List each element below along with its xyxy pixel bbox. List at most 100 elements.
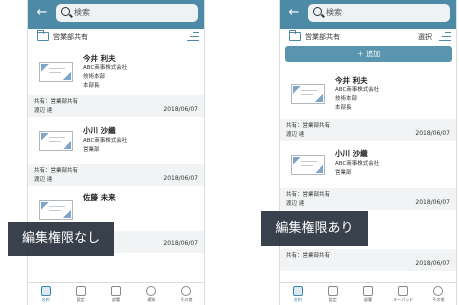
tab-label: その他 [432, 297, 445, 302]
card-date: 2018/06/07 [163, 175, 198, 182]
card-date: 2018/06/07 [415, 130, 450, 137]
tab-label: 部署 [364, 297, 372, 302]
tab-keypad[interactable]: キーパッド [386, 283, 421, 305]
share-label: 共有：営業部共有 [34, 168, 79, 174]
tab-more[interactable]: その他 [169, 283, 204, 305]
card-footer: 共有：営業部共有 渡辺 達 2018/06/07 [280, 188, 456, 210]
permission-label-edit: 編集権限あり [261, 211, 368, 246]
card-footer: 共有：営業部共有 渡辺 達 2018/06/07 [28, 95, 204, 117]
contact-company: ABC商事株式会社 [335, 161, 380, 167]
tab-more[interactable]: その他 [421, 283, 456, 305]
contact-name: 今井 利夫 [335, 76, 368, 85]
tab-departments[interactable]: 部署 [98, 283, 133, 305]
folder-icon [289, 30, 301, 41]
business-card-thumbnail [291, 84, 325, 104]
tab-label: 設定 [76, 297, 85, 302]
card-date: 2018/06/07 [415, 199, 450, 206]
card-icon [292, 286, 303, 296]
contact-title: 本部長 [83, 83, 100, 89]
folder-label: 営業部共有 [53, 33, 88, 41]
search-input[interactable]: 検索 [308, 4, 450, 22]
search-icon [61, 7, 70, 16]
card-date: 2018/06/07 [163, 240, 198, 247]
tab-label: 設定 [328, 297, 337, 302]
business-card-item[interactable]: 小川 沙織 ABC商事株式会社 営業部 共有：営業部共有 渡辺 達 2018/0… [28, 120, 204, 188]
tab-notifications[interactable]: 通知 [134, 283, 169, 305]
search-placeholder: 検索 [74, 8, 90, 17]
search-input[interactable]: 検索 [56, 4, 198, 22]
app-header: ← 検索 [28, 0, 204, 29]
contact-department: 技術本部 [335, 96, 358, 102]
share-label: 共有：営業部共有 [34, 99, 79, 105]
folder-bar: 営業部共有 選択 [280, 29, 456, 45]
card-footer: 共有：営業部共有 2018/06/07 [280, 249, 456, 271]
sort-icon[interactable] [439, 31, 451, 42]
owner-name: 渡辺 達 [286, 132, 305, 138]
tab-label: 部署 [112, 297, 120, 302]
tab-cards[interactable]: 名刺 [280, 283, 315, 305]
more-icon [433, 286, 444, 296]
phone-screen-left: ← 検索 営業部共有 今井 利夫 ABC商事株式会社 技術本部 本部長 共有：営… [27, 0, 205, 305]
back-arrow-icon[interactable]: ← [34, 4, 50, 22]
tab-label: 名刺 [293, 297, 302, 302]
select-button[interactable]: 選択 [418, 32, 432, 42]
tab-settings[interactable]: 設定 [63, 283, 98, 305]
share-label: 共有：営業部共有 [286, 123, 331, 129]
contact-name: 小川 沙織 [83, 126, 116, 135]
card-footer: 共有：営業部共有 渡辺 達 2018/06/07 [28, 164, 204, 186]
contact-company: ABC商事株式会社 [83, 65, 128, 71]
contact-name: 小川 沙織 [335, 149, 368, 158]
business-card-thumbnail [291, 155, 325, 175]
search-icon [313, 7, 322, 16]
tab-label: キーパッド [393, 297, 414, 302]
contact-title: 本部長 [335, 105, 352, 111]
share-label: 共有：営業部共有 [286, 192, 331, 198]
contact-department: 技術本部 [83, 74, 106, 80]
card-date: 2018/06/07 [415, 260, 450, 267]
permission-label-no-edit: 編集権限なし [8, 222, 114, 256]
contact-company: ABC商事株式会社 [335, 87, 380, 93]
share-label: 共有：営業部共有 [286, 253, 331, 259]
business-card-thumbnail [39, 62, 73, 82]
tab-departments[interactable]: 部署 [350, 283, 385, 305]
bottom-tab-bar: 名刺 設定 部署 キーパッド その他 [280, 282, 456, 305]
tab-label: 通知 [147, 297, 156, 302]
owner-name: 渡辺 達 [286, 201, 305, 207]
folder-bar: 営業部共有 [28, 29, 204, 45]
business-card-item[interactable]: 今井 利夫 ABC商事株式会社 技術本部 本部長 共有：営業部共有 渡辺 達 2… [28, 51, 204, 119]
folder-icon [37, 30, 49, 41]
contact-department: 営業部 [83, 147, 100, 153]
keypad-icon [398, 286, 409, 296]
folder-label: 営業部共有 [305, 33, 340, 41]
tab-settings[interactable]: 設定 [315, 283, 350, 305]
back-arrow-icon[interactable]: ← [286, 4, 302, 22]
building-icon [363, 286, 373, 296]
owner-name: 渡辺 達 [34, 177, 53, 183]
bottom-tab-bar: 名刺 設定 部署 通知 その他 [28, 282, 204, 305]
clock-icon [146, 286, 157, 296]
contact-name: 今井 利夫 [83, 54, 116, 63]
gear-icon [75, 286, 86, 296]
contact-company: ABC商事株式会社 [83, 138, 128, 144]
search-placeholder: 検索 [326, 8, 342, 17]
tab-label: その他 [180, 297, 193, 302]
contact-department: 営業部 [335, 170, 352, 176]
business-card-item[interactable]: 今井 利夫 ABC商事株式会社 技術本部 本部長 共有：営業部共有 渡辺 達 2… [280, 73, 456, 143]
add-button[interactable]: ＋ 追加 [285, 46, 452, 62]
card-date: 2018/06/07 [163, 106, 198, 113]
business-card-item[interactable]: 小川 沙織 ABC商事株式会社 営業部 共有：営業部共有 渡辺 達 2018/0… [280, 144, 456, 212]
business-card-thumbnail [39, 131, 73, 151]
tab-label: 名刺 [41, 297, 50, 302]
more-icon [181, 286, 192, 296]
card-footer: 共有：営業部共有 渡辺 達 2018/06/07 [280, 119, 456, 141]
owner-name: 渡辺 達 [34, 108, 53, 114]
phone-screen-right: ← 検索 営業部共有 選択 ＋ 追加 今井 利夫 ABC商事株式会社 技術本部 … [279, 0, 457, 305]
card-icon [40, 286, 51, 296]
gear-icon [327, 286, 338, 296]
contact-name: 佐藤 未来 [83, 193, 116, 202]
business-card-thumbnail [39, 200, 73, 220]
building-icon [111, 286, 121, 296]
app-header: ← 検索 [280, 0, 456, 29]
tab-cards[interactable]: 名刺 [28, 283, 63, 305]
sort-icon[interactable] [187, 31, 199, 42]
